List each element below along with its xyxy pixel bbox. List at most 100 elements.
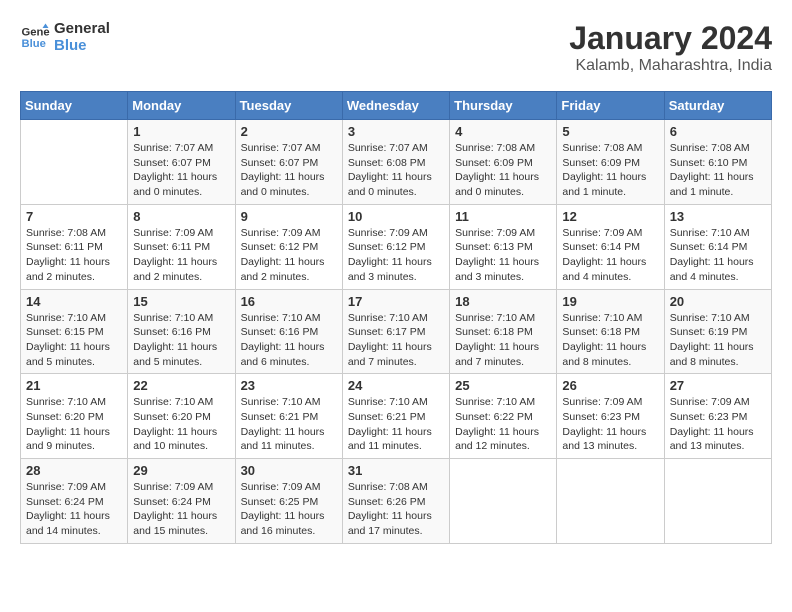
calendar-cell: 23 Sunrise: 7:10 AM Sunset: 6:21 PM Dayli… <box>235 374 342 459</box>
calendar-header-cell: Thursday <box>450 92 557 120</box>
day-info: Sunrise: 7:09 AM Sunset: 6:14 PM Dayligh… <box>562 226 658 285</box>
calendar-header-row: SundayMondayTuesdayWednesdayThursdayFrid… <box>21 92 772 120</box>
calendar-cell: 9 Sunrise: 7:09 AM Sunset: 6:12 PM Daylig… <box>235 204 342 289</box>
calendar-week-row: 14Sunrise: 7:10 AM Sunset: 6:15 PM Dayli… <box>21 289 772 374</box>
day-number: 16 <box>241 294 337 309</box>
calendar-cell: 10Sunrise: 7:09 AM Sunset: 6:12 PM Dayli… <box>342 204 449 289</box>
day-info: Sunrise: 7:10 AM Sunset: 6:16 PM Dayligh… <box>133 311 229 370</box>
day-number: 26 <box>562 378 658 393</box>
calendar-cell: 19 Sunrise: 7:10 AM Sunset: 6:18 PM Dayli… <box>557 289 664 374</box>
day-info: Sunrise: 7:10 AM Sunset: 6:20 PM Dayligh… <box>133 395 229 454</box>
day-number: 22 <box>133 378 229 393</box>
calendar-cell: 15Sunrise: 7:10 AM Sunset: 6:16 PM Dayli… <box>128 289 235 374</box>
calendar-cell: 27 Sunrise: 7:09 AM Sunset: 6:23 PM Dayli… <box>664 374 771 459</box>
day-number: 21 <box>26 378 122 393</box>
day-number: 27 <box>670 378 766 393</box>
svg-text:Blue: Blue <box>22 38 46 50</box>
calendar-cell: 4 Sunrise: 7:08 AM Sunset: 6:09 PM Daylig… <box>450 120 557 205</box>
calendar-cell <box>21 120 128 205</box>
calendar-cell <box>450 459 557 544</box>
calendar-cell: 3Sunrise: 7:07 AM Sunset: 6:08 PM Daylig… <box>342 120 449 205</box>
day-info: Sunrise: 7:09 AM Sunset: 6:24 PM Dayligh… <box>133 480 229 539</box>
calendar-cell: 26Sunrise: 7:09 AM Sunset: 6:23 PM Dayli… <box>557 374 664 459</box>
calendar-cell: 14Sunrise: 7:10 AM Sunset: 6:15 PM Dayli… <box>21 289 128 374</box>
calendar-header-cell: Monday <box>128 92 235 120</box>
calendar-week-row: 7 Sunrise: 7:08 AM Sunset: 6:11 PM Daylig… <box>21 204 772 289</box>
calendar-cell <box>557 459 664 544</box>
day-info: Sunrise: 7:07 AM Sunset: 6:07 PM Dayligh… <box>133 141 229 200</box>
calendar-cell: 5Sunrise: 7:08 AM Sunset: 6:09 PM Daylig… <box>557 120 664 205</box>
day-info: Sunrise: 7:09 AM Sunset: 6:23 PM Dayligh… <box>670 395 766 454</box>
day-number: 13 <box>670 209 766 224</box>
day-info: Sunrise: 7:08 AM Sunset: 6:26 PM Dayligh… <box>348 480 444 539</box>
calendar-cell: 11 Sunrise: 7:09 AM Sunset: 6:13 PM Dayli… <box>450 204 557 289</box>
day-number: 29 <box>133 463 229 478</box>
logo: General Blue General Blue <box>20 20 110 54</box>
day-info: Sunrise: 7:09 AM Sunset: 6:25 PM Dayligh… <box>241 480 337 539</box>
day-info: Sunrise: 7:10 AM Sunset: 6:17 PM Dayligh… <box>348 311 444 370</box>
day-info: Sunrise: 7:08 AM Sunset: 6:09 PM Dayligh… <box>455 141 551 200</box>
day-number: 9 <box>241 209 337 224</box>
calendar-cell: 8 Sunrise: 7:09 AM Sunset: 6:11 PM Daylig… <box>128 204 235 289</box>
calendar-cell: 28 Sunrise: 7:09 AM Sunset: 6:24 PM Dayli… <box>21 459 128 544</box>
day-info: Sunrise: 7:10 AM Sunset: 6:21 PM Dayligh… <box>348 395 444 454</box>
day-number: 8 <box>133 209 229 224</box>
day-number: 3 <box>348 124 444 139</box>
calendar-cell: 17 Sunrise: 7:10 AM Sunset: 6:17 PM Dayli… <box>342 289 449 374</box>
day-number: 1 <box>133 124 229 139</box>
calendar-cell: 21Sunrise: 7:10 AM Sunset: 6:20 PM Dayli… <box>21 374 128 459</box>
calendar-cell <box>664 459 771 544</box>
calendar-header-cell: Friday <box>557 92 664 120</box>
day-info: Sunrise: 7:09 AM Sunset: 6:12 PM Dayligh… <box>241 226 337 285</box>
logo-line2: Blue <box>54 37 110 54</box>
calendar-header-cell: Wednesday <box>342 92 449 120</box>
day-info: Sunrise: 7:10 AM Sunset: 6:18 PM Dayligh… <box>455 311 551 370</box>
day-number: 23 <box>241 378 337 393</box>
month-title: January 2024 <box>569 20 772 57</box>
day-number: 12 <box>562 209 658 224</box>
calendar-cell: 7 Sunrise: 7:08 AM Sunset: 6:11 PM Daylig… <box>21 204 128 289</box>
calendar-week-row: 1 Sunrise: 7:07 AM Sunset: 6:07 PM Daylig… <box>21 120 772 205</box>
day-info: Sunrise: 7:09 AM Sunset: 6:11 PM Dayligh… <box>133 226 229 285</box>
day-number: 10 <box>348 209 444 224</box>
day-number: 17 <box>348 294 444 309</box>
calendar-week-row: 28 Sunrise: 7:09 AM Sunset: 6:24 PM Dayli… <box>21 459 772 544</box>
calendar-cell: 30Sunrise: 7:09 AM Sunset: 6:25 PM Dayli… <box>235 459 342 544</box>
calendar-cell: 29 Sunrise: 7:09 AM Sunset: 6:24 PM Dayli… <box>128 459 235 544</box>
calendar-cell: 13 Sunrise: 7:10 AM Sunset: 6:14 PM Dayli… <box>664 204 771 289</box>
day-info: Sunrise: 7:10 AM Sunset: 6:14 PM Dayligh… <box>670 226 766 285</box>
day-number: 4 <box>455 124 551 139</box>
day-info: Sunrise: 7:08 AM Sunset: 6:09 PM Dayligh… <box>562 141 658 200</box>
day-number: 24 <box>348 378 444 393</box>
day-number: 2 <box>241 124 337 139</box>
day-number: 19 <box>562 294 658 309</box>
day-info: Sunrise: 7:10 AM Sunset: 6:15 PM Dayligh… <box>26 311 122 370</box>
day-number: 28 <box>26 463 122 478</box>
calendar-table: SundayMondayTuesdayWednesdayThursdayFrid… <box>20 91 772 544</box>
calendar-header-cell: Sunday <box>21 92 128 120</box>
svg-text:General: General <box>22 27 51 39</box>
day-info: Sunrise: 7:10 AM Sunset: 6:21 PM Dayligh… <box>241 395 337 454</box>
day-info: Sunrise: 7:09 AM Sunset: 6:24 PM Dayligh… <box>26 480 122 539</box>
calendar-cell: 1 Sunrise: 7:07 AM Sunset: 6:07 PM Daylig… <box>128 120 235 205</box>
day-info: Sunrise: 7:10 AM Sunset: 6:18 PM Dayligh… <box>562 311 658 370</box>
day-number: 6 <box>670 124 766 139</box>
day-number: 11 <box>455 209 551 224</box>
day-info: Sunrise: 7:09 AM Sunset: 6:13 PM Dayligh… <box>455 226 551 285</box>
day-info: Sunrise: 7:10 AM Sunset: 6:19 PM Dayligh… <box>670 311 766 370</box>
calendar-cell: 16 Sunrise: 7:10 AM Sunset: 6:16 PM Dayli… <box>235 289 342 374</box>
day-info: Sunrise: 7:08 AM Sunset: 6:11 PM Dayligh… <box>26 226 122 285</box>
day-info: Sunrise: 7:10 AM Sunset: 6:16 PM Dayligh… <box>241 311 337 370</box>
logo-line1: General <box>54 20 110 37</box>
location-title: Kalamb, Maharashtra, India <box>569 57 772 75</box>
logo-icon: General Blue <box>20 22 50 52</box>
calendar-cell: 18Sunrise: 7:10 AM Sunset: 6:18 PM Dayli… <box>450 289 557 374</box>
calendar-cell: 20Sunrise: 7:10 AM Sunset: 6:19 PM Dayli… <box>664 289 771 374</box>
calendar-cell: 6Sunrise: 7:08 AM Sunset: 6:10 PM Daylig… <box>664 120 771 205</box>
calendar-week-row: 21 Sunrise: 7:10 AM Sunset: 6:20 PM Dayli… <box>21 374 772 459</box>
calendar-header-cell: Tuesday <box>235 92 342 120</box>
day-number: 31 <box>348 463 444 478</box>
day-number: 7 <box>26 209 122 224</box>
calendar-cell: 22 Sunrise: 7:10 AM Sunset: 6:20 PM Dayli… <box>128 374 235 459</box>
calendar-cell: 2Sunrise: 7:07 AM Sunset: 6:07 PM Daylig… <box>235 120 342 205</box>
